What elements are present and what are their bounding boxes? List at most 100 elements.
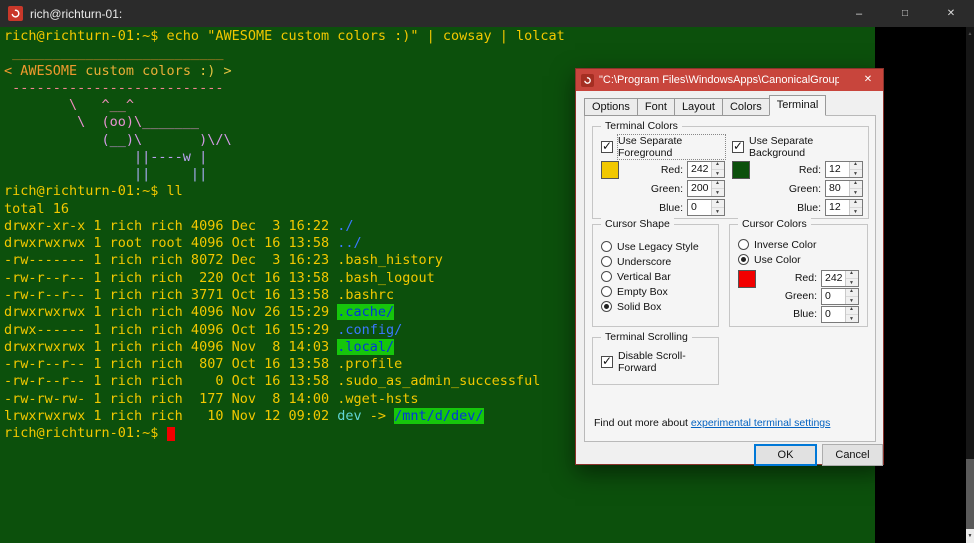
spinner-up-icon[interactable] [712,200,724,208]
background-blue-spinner[interactable]: 12 [825,199,863,216]
cursor-green-spinner[interactable]: 0 [821,288,859,305]
console-app-icon [581,74,594,87]
terminal-scrolling-group: Terminal Scrolling Disable Scroll-Forwar… [592,337,719,385]
tab-font[interactable]: Font [637,98,675,116]
radio-solid-box[interactable]: Solid Box [601,299,718,314]
radio-icon [738,239,749,250]
terminal-tab-panel: Terminal Colors Use Separate Foreground … [584,115,876,442]
background-green-spinner[interactable]: 80 [825,180,863,197]
spinner-value[interactable]: 0 [822,289,845,304]
app-icon[interactable] [8,6,23,21]
spinner-up-icon[interactable] [846,307,858,315]
group-legend: Cursor Shape [601,218,674,230]
radio-inverse-color[interactable]: Inverse Color [738,237,859,252]
cursor-blue-spinner[interactable]: 0 [821,306,859,323]
checkbox-icon [601,141,613,153]
spinner-up-icon[interactable] [846,289,858,297]
tab-layout[interactable]: Layout [674,98,723,116]
spinner-value[interactable]: 242 [688,162,711,177]
spinner-down-icon[interactable] [850,208,862,215]
spinner-up-icon[interactable] [846,271,858,279]
radio-vertical-bar[interactable]: Vertical Bar [601,269,718,284]
radio-label: Empty Box [617,286,668,298]
tab-options[interactable]: Options [584,98,638,116]
cursor-shape-group: Cursor Shape Use Legacy Style Underscore… [592,224,719,327]
radio-label: Use Color [754,254,801,266]
spinner-down-icon[interactable] [846,315,858,322]
spinner-up-icon[interactable] [850,200,862,208]
radio-label: Use Legacy Style [617,241,699,253]
window-titlebar[interactable]: rich@richturn-01: – □ ✕ [0,0,974,27]
blue-label: Blue: [793,308,817,320]
terminal-colors-group: Terminal Colors Use Separate Foreground … [592,126,869,219]
radio-icon [601,301,612,312]
spinner-down-icon[interactable] [712,189,724,196]
scroll-down-icon[interactable]: ▼ [966,529,974,543]
close-button[interactable]: ✕ [928,0,974,27]
radio-underscore[interactable]: Underscore [601,254,718,269]
group-legend: Terminal Scrolling [601,331,692,343]
spinner-value[interactable]: 0 [688,200,711,215]
radio-label: Vertical Bar [617,271,671,283]
scroll-up-icon[interactable]: ▲ [966,27,974,41]
radio-icon [601,256,612,267]
radio-label: Underscore [617,256,671,268]
tab-colors[interactable]: Colors [722,98,770,116]
checkbox-label: Use Separate Foreground [618,135,725,159]
blue-label: Blue: [659,202,683,214]
radio-empty-box[interactable]: Empty Box [601,284,718,299]
tab-terminal[interactable]: Terminal [769,95,827,116]
spinner-up-icon[interactable] [850,181,862,189]
swirl-icon [10,8,21,19]
radio-icon [601,286,612,297]
red-label: Red: [795,272,817,284]
help-text: Find out more about [594,417,691,429]
radio-label: Solid Box [617,301,661,313]
use-separate-background-checkbox[interactable]: Use Separate Background [732,139,863,154]
use-separate-foreground-checkbox[interactable]: Use Separate Foreground [601,139,725,154]
help-row: Find out more about experimental termina… [594,417,830,429]
cursor-color-swatch [738,270,756,288]
terminal-scrollbar[interactable]: ▲ ▼ [966,27,974,543]
spinner-down-icon[interactable] [712,170,724,177]
foreground-green-spinner[interactable]: 200 [687,180,725,197]
spinner-buttons [849,181,862,196]
dialog-close-button[interactable]: ✕ [853,69,883,91]
radio-use-color[interactable]: Use Color [738,252,859,267]
disable-scroll-forward-checkbox[interactable]: Disable Scroll-Forward [601,354,718,369]
cancel-button[interactable]: Cancel [822,444,883,466]
spinner-buttons [845,289,858,304]
ok-button[interactable]: OK [754,444,817,466]
spinner-down-icon[interactable] [850,170,862,177]
foreground-red-spinner[interactable]: 242 [687,161,725,178]
red-label: Red: [799,164,821,176]
spinner-up-icon[interactable] [712,162,724,170]
spinner-value[interactable]: 80 [826,181,849,196]
radio-label: Inverse Color [754,239,816,251]
spinner-buttons [711,181,724,196]
cursor-red-spinner[interactable]: 242 [821,270,859,287]
properties-dialog: "C:\Program Files\WindowsApps\CanonicalG… [575,68,884,465]
spinner-up-icon[interactable] [712,181,724,189]
spinner-down-icon[interactable] [846,297,858,304]
minimize-button[interactable]: – [836,0,882,27]
green-label: Green: [789,183,821,195]
spinner-value[interactable]: 12 [826,162,849,177]
spinner-down-icon[interactable] [846,279,858,286]
radio-use-legacy-style[interactable]: Use Legacy Style [601,239,718,254]
spinner-value[interactable]: 12 [826,200,849,215]
dialog-titlebar[interactable]: "C:\Program Files\WindowsApps\CanonicalG… [576,69,883,91]
spinner-value[interactable]: 200 [688,181,711,196]
spinner-down-icon[interactable] [712,208,724,215]
experimental-settings-link[interactable]: experimental terminal settings [691,417,830,429]
foreground-blue-spinner[interactable]: 0 [687,199,725,216]
maximize-button[interactable]: □ [882,0,928,27]
radio-icon [601,271,612,282]
spinner-value[interactable]: 242 [822,271,845,286]
checkbox-icon [601,356,613,368]
background-red-spinner[interactable]: 12 [825,161,863,178]
spinner-buttons [845,307,858,322]
spinner-value[interactable]: 0 [822,307,845,322]
spinner-down-icon[interactable] [850,189,862,196]
spinner-up-icon[interactable] [850,162,862,170]
